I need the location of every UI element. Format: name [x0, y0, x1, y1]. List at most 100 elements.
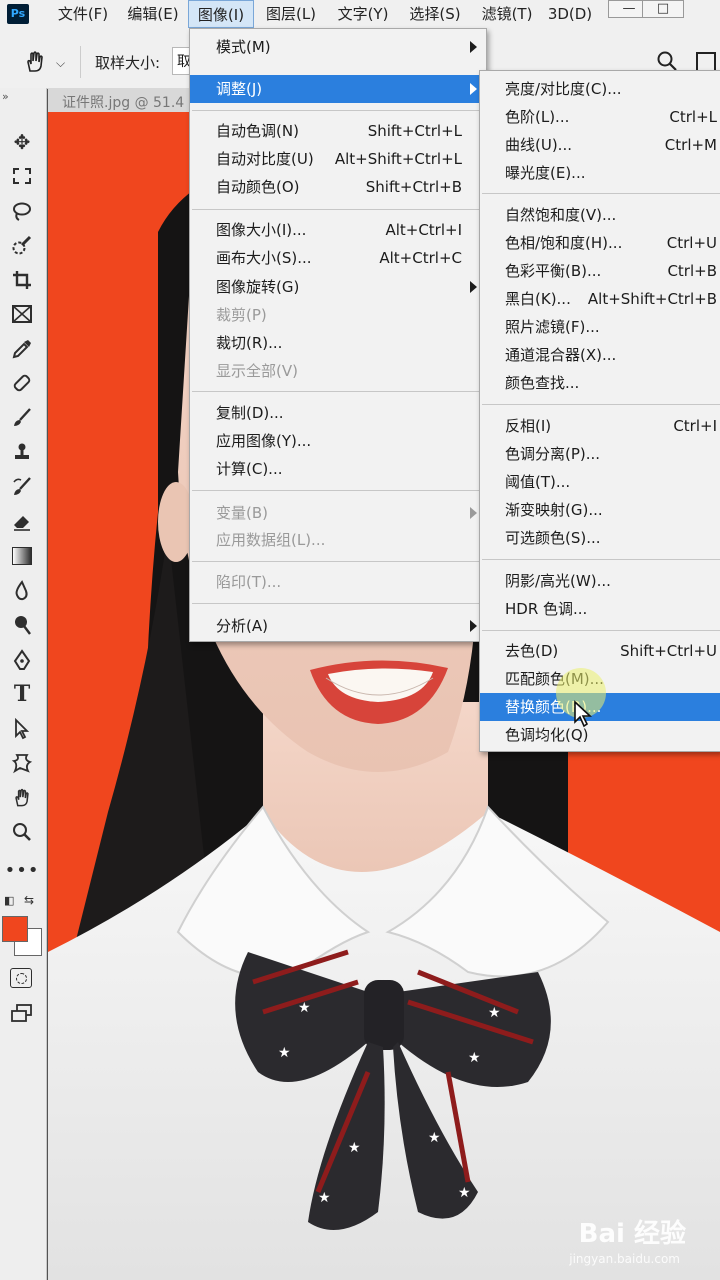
quick-mask-icon[interactable]: [10, 968, 32, 988]
menu-item-duplicate[interactable]: 复制(D)...: [216, 399, 462, 427]
menu-select[interactable]: 选择(S): [402, 0, 468, 28]
lasso-tool-icon[interactable]: [8, 197, 36, 225]
menu-separator: [482, 404, 720, 405]
crop-tool-icon[interactable]: [8, 266, 36, 294]
menu-item-canvas-size[interactable]: 画布大小(S)... Alt+Ctrl+C: [216, 244, 462, 272]
menu-item-color-lookup[interactable]: 颜色查找...: [505, 369, 717, 397]
healing-brush-icon[interactable]: [8, 369, 36, 397]
submenu-arrow-icon: [470, 281, 477, 293]
marquee-tool-icon[interactable]: [8, 162, 36, 190]
menu-type[interactable]: 文字(Y): [330, 0, 396, 28]
submenu-arrow-icon: [470, 507, 477, 519]
brush-tool-icon[interactable]: [8, 404, 36, 432]
foreground-color-swatch[interactable]: [2, 916, 28, 942]
eyedropper-icon[interactable]: [8, 335, 36, 363]
stamp-tool-icon[interactable]: [8, 438, 36, 466]
menu-item-trap[interactable]: 陷印(T)...: [216, 568, 462, 596]
menu-item-desaturate[interactable]: 去色(D) Shift+Ctrl+U: [505, 637, 717, 665]
path-select-icon[interactable]: [8, 715, 36, 743]
menu-item-hue-saturation[interactable]: 色相/饱和度(H)... Ctrl+U: [505, 229, 717, 257]
menu-item-selective-color[interactable]: 可选颜色(S)...: [505, 524, 717, 552]
shape-tool-icon[interactable]: [8, 749, 36, 777]
menu-item-mode[interactable]: 模式(M): [190, 33, 484, 61]
menu-item-apply-image[interactable]: 应用图像(Y)...: [216, 427, 462, 455]
move-tool-icon[interactable]: ✥: [8, 128, 36, 156]
menu-separator: [192, 391, 482, 392]
menu-item-trim[interactable]: 裁切(R)...: [216, 329, 462, 357]
frame-tool-icon[interactable]: [8, 300, 36, 328]
document-tab[interactable]: 证件照.jpg @ 51.4: [62, 92, 184, 112]
menu-item-black-white[interactable]: 黑白(K)... Alt+Shift+Ctrl+B: [505, 285, 717, 313]
eraser-icon[interactable]: [8, 507, 36, 535]
more-tools-icon[interactable]: •••: [5, 856, 39, 884]
menu-item-apply-data-set[interactable]: 应用数据组(L)...: [216, 526, 462, 554]
workspace-icon[interactable]: [696, 52, 716, 72]
hand-tool-icon[interactable]: [8, 784, 36, 812]
menu-separator: [482, 630, 720, 631]
sample-size-select[interactable]: 取: [172, 47, 191, 75]
menu-file[interactable]: 文件(F): [48, 0, 118, 28]
screen-mode-icon[interactable]: [10, 1003, 34, 1025]
watermark-url: jingyan.baidu.com: [569, 1252, 680, 1266]
menu-item-analysis[interactable]: 分析(A): [190, 612, 484, 640]
menu-item-auto-tone[interactable]: 自动色调(N) Shift+Ctrl+L: [216, 117, 462, 145]
menu-separator: [192, 209, 482, 210]
dodge-tool-icon[interactable]: [8, 611, 36, 639]
menu-item-vibrance[interactable]: 自然饱和度(V)...: [505, 201, 717, 229]
menu-item-hdr-toning[interactable]: HDR 色调...: [505, 595, 717, 623]
menu-separator: [192, 490, 482, 491]
zoom-tool-icon[interactable]: [8, 818, 36, 846]
watermark-logo: Bai 经验: [578, 1219, 686, 1249]
type-tool-icon[interactable]: T: [8, 680, 36, 708]
menu-item-gradient-map[interactable]: 渐变映射(G)...: [505, 496, 717, 524]
svg-text:★: ★: [348, 1140, 361, 1156]
menu-item-image-size[interactable]: 图像大小(I)... Alt+Ctrl+I: [216, 216, 462, 244]
menu-layer[interactable]: 图层(L): [258, 0, 324, 28]
menu-item-threshold[interactable]: 阈值(T)...: [505, 468, 717, 496]
swap-colors-icon[interactable]: ⇆: [24, 893, 34, 907]
svg-text:★: ★: [278, 1045, 291, 1061]
menu-item-calculations[interactable]: 计算(C)...: [216, 455, 462, 483]
menu-item-variables[interactable]: 变量(B): [190, 499, 484, 527]
mouse-pointer-icon: [573, 700, 593, 728]
svg-text:★: ★: [458, 1185, 471, 1201]
menu-filter[interactable]: 滤镜(T): [474, 0, 540, 28]
default-colors-icon[interactable]: ◧: [4, 894, 14, 907]
gradient-tool-icon[interactable]: [8, 542, 36, 570]
pen-tool-icon[interactable]: [8, 646, 36, 674]
menu-separator: [192, 110, 482, 111]
hand-tool-preset-icon[interactable]: [22, 49, 48, 75]
menu-item-image-rotation[interactable]: 图像旋转(G): [190, 273, 484, 301]
menu-item-curves[interactable]: 曲线(U)... Ctrl+M: [505, 131, 717, 159]
menu-item-channel-mixer[interactable]: 通道混合器(X)...: [505, 341, 717, 369]
menu-separator: [482, 559, 720, 560]
menu-3d[interactable]: 3D(D): [544, 0, 596, 28]
menu-item-levels[interactable]: 色阶(L)... Ctrl+L: [505, 103, 717, 131]
collapse-icon[interactable]: »: [2, 90, 9, 103]
menu-image[interactable]: 图像(I): [188, 0, 254, 28]
menu-item-photo-filter[interactable]: 照片滤镜(F)...: [505, 313, 717, 341]
menu-separator: [482, 193, 720, 194]
blur-tool-icon[interactable]: [8, 577, 36, 605]
menu-edit[interactable]: 编辑(E): [120, 0, 186, 28]
menu-item-color-balance[interactable]: 色彩平衡(B)... Ctrl+B: [505, 257, 717, 285]
menu-item-shadows-highlights[interactable]: 阴影/高光(W)...: [505, 567, 717, 595]
search-icon[interactable]: [656, 50, 678, 72]
maximize-button[interactable]: □: [642, 0, 684, 18]
menu-item-reveal-all[interactable]: 显示全部(V): [216, 357, 462, 385]
menu-item-equalize[interactable]: 色调均化(Q): [505, 721, 717, 749]
menu-item-posterize[interactable]: 色调分离(P)...: [505, 440, 717, 468]
menu-item-brightness-contrast[interactable]: 亮度/对比度(C)...: [505, 75, 717, 103]
menu-item-auto-contrast[interactable]: 自动对比度(U) Alt+Shift+Ctrl+L: [216, 145, 462, 173]
menu-item-exposure[interactable]: 曝光度(E)...: [505, 159, 717, 187]
menu-item-invert[interactable]: 反相(I) Ctrl+I: [505, 412, 717, 440]
menu-item-match-color[interactable]: 匹配颜色(M)...: [505, 665, 717, 693]
menu-item-crop[interactable]: 裁剪(P): [216, 301, 462, 329]
quick-select-icon[interactable]: [8, 231, 36, 259]
sample-size-label: 取样大小:: [95, 54, 161, 72]
chevron-down-icon[interactable]: ⌵: [56, 56, 65, 71]
menu-item-adjustments[interactable]: 调整(J): [190, 75, 484, 103]
svg-text:★: ★: [298, 1000, 311, 1016]
history-brush-icon[interactable]: [8, 473, 36, 501]
menu-item-auto-color[interactable]: 自动颜色(O) Shift+Ctrl+B: [216, 173, 462, 201]
